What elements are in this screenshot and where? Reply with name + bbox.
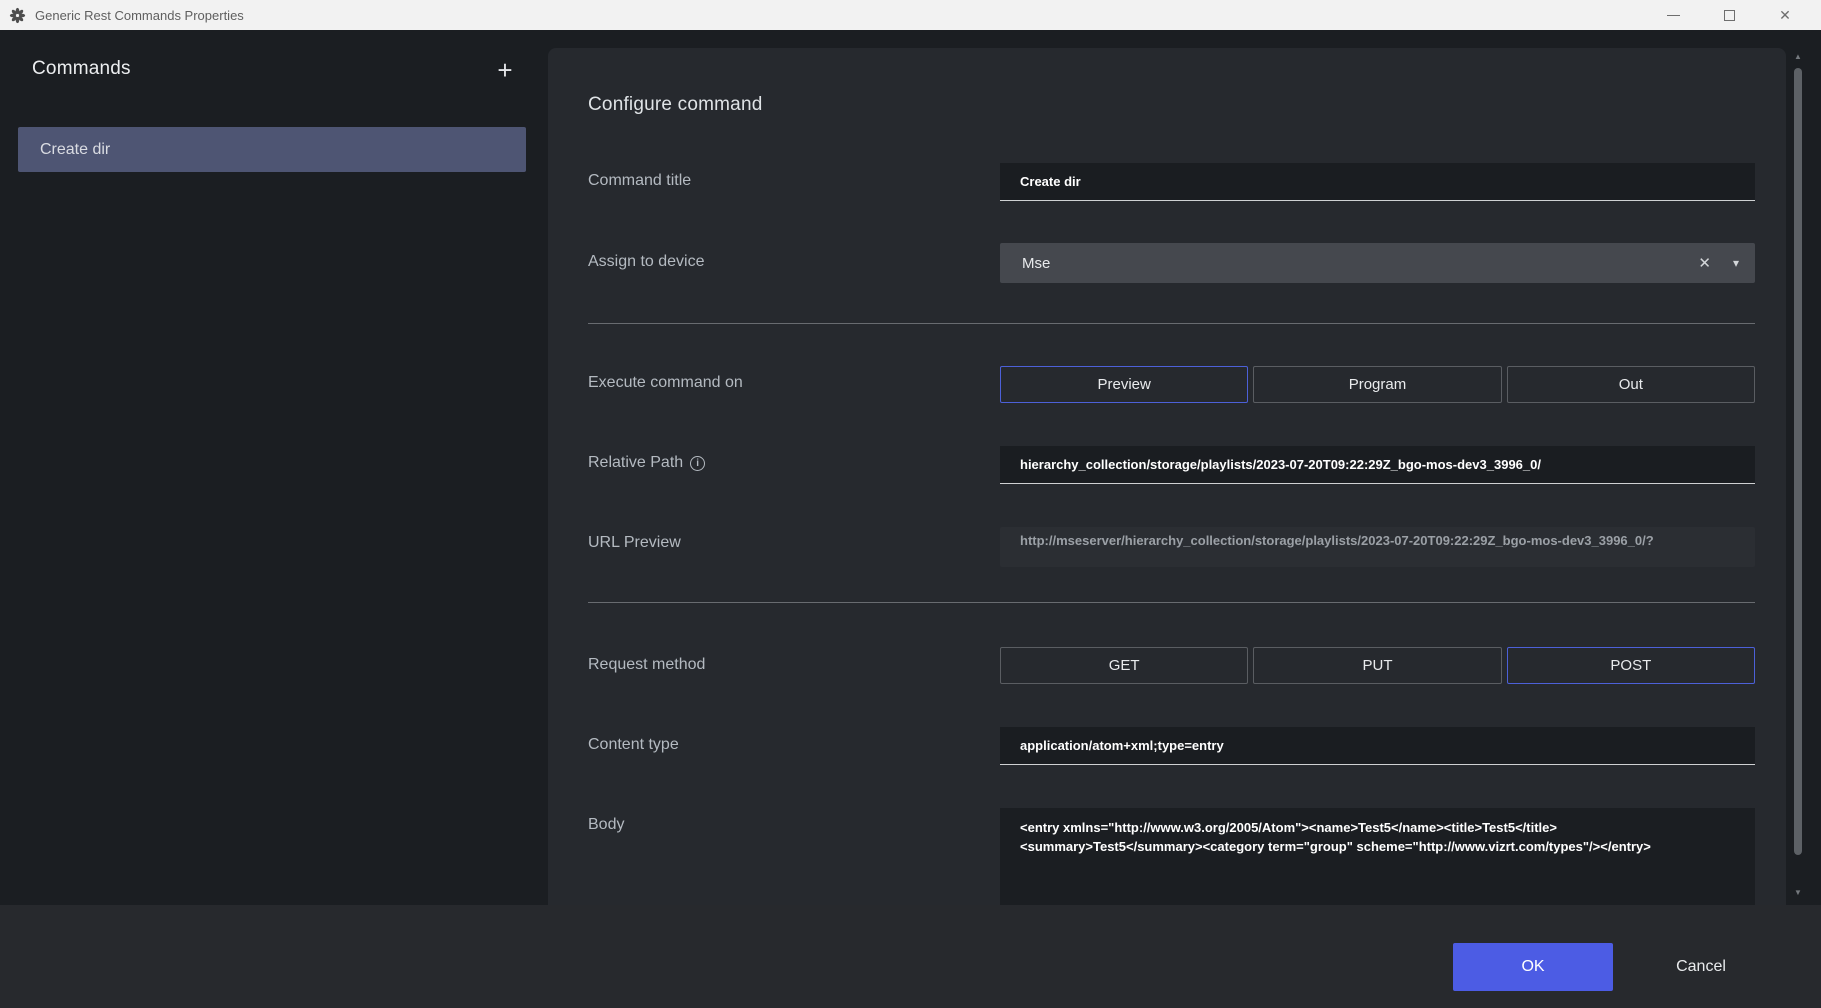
commands-header: Commands xyxy=(32,58,131,80)
minimize-button[interactable] xyxy=(1645,0,1701,30)
close-button[interactable]: ✕ xyxy=(1757,0,1813,30)
sidebar-item-create-dir[interactable]: Create dir xyxy=(18,127,526,172)
scroll-down-icon[interactable]: ▼ xyxy=(1793,888,1803,897)
configure-command-panel: Configure command Command title Assign t… xyxy=(548,48,1786,905)
execute-option-program[interactable]: Program xyxy=(1253,366,1501,403)
relative-path-input[interactable] xyxy=(1000,446,1755,484)
request-method-label: Request method xyxy=(588,656,705,674)
command-title-input[interactable] xyxy=(1000,163,1755,201)
body-textarea[interactable]: <entry xmlns="http://www.w3.org/2005/Ato… xyxy=(1000,808,1755,905)
generic-rest-commands-window: Generic Rest Commands Properties ✕ Comma… xyxy=(0,0,1821,1008)
cancel-button[interactable]: Cancel xyxy=(1636,943,1766,991)
command-item-label: Create dir xyxy=(40,141,110,159)
minimize-icon xyxy=(1667,15,1680,16)
vertical-scrollbar[interactable]: ▲ ▼ xyxy=(1793,48,1803,905)
scrollbar-thumb[interactable] xyxy=(1794,68,1802,855)
section-divider xyxy=(588,323,1755,324)
scroll-up-icon[interactable]: ▲ xyxy=(1793,52,1803,61)
content-type-label: Content type xyxy=(588,736,679,754)
assign-to-device-value: Mse xyxy=(1022,255,1050,272)
commands-sidebar: Commands + Create dir xyxy=(0,30,548,905)
info-icon[interactable]: i xyxy=(690,456,705,471)
relative-path-label-text: Relative Path xyxy=(588,454,683,472)
chevron-down-icon[interactable]: ▾ xyxy=(1733,243,1739,283)
execute-command-on-group: Preview Program Out xyxy=(1000,366,1755,403)
command-title-label: Command title xyxy=(588,172,691,190)
window-title: Generic Rest Commands Properties xyxy=(35,8,244,23)
content-type-input[interactable] xyxy=(1000,727,1755,765)
window-controls: ✕ xyxy=(1645,0,1813,30)
url-preview-label: URL Preview xyxy=(588,534,681,552)
maximize-icon xyxy=(1724,10,1735,21)
request-method-group: GET PUT POST xyxy=(1000,647,1755,684)
body-label: Body xyxy=(588,816,624,834)
execute-option-preview[interactable]: Preview xyxy=(1000,366,1248,403)
maximize-button[interactable] xyxy=(1701,0,1757,30)
method-option-put[interactable]: PUT xyxy=(1253,647,1501,684)
url-preview-value: http://mseserver/hierarchy_collection/st… xyxy=(1000,527,1755,567)
execute-option-out[interactable]: Out xyxy=(1507,366,1755,403)
app-logo-icon xyxy=(9,7,26,24)
method-option-get[interactable]: GET xyxy=(1000,647,1248,684)
panel-heading: Configure command xyxy=(588,94,762,116)
section-divider xyxy=(588,602,1755,603)
relative-path-label: Relative Path i xyxy=(588,454,705,472)
clear-device-icon[interactable]: ✕ xyxy=(1698,243,1711,283)
dialog-footer: OK Cancel xyxy=(0,905,1821,1008)
assign-to-device-label: Assign to device xyxy=(588,253,705,271)
ok-button[interactable]: OK xyxy=(1453,943,1613,991)
title-bar: Generic Rest Commands Properties ✕ xyxy=(0,0,1821,30)
add-command-button[interactable]: + xyxy=(487,52,523,88)
close-icon: ✕ xyxy=(1779,8,1791,22)
method-option-post[interactable]: POST xyxy=(1507,647,1755,684)
execute-command-on-label: Execute command on xyxy=(588,374,743,392)
assign-to-device-dropdown[interactable]: Mse ✕ ▾ xyxy=(1000,243,1755,283)
